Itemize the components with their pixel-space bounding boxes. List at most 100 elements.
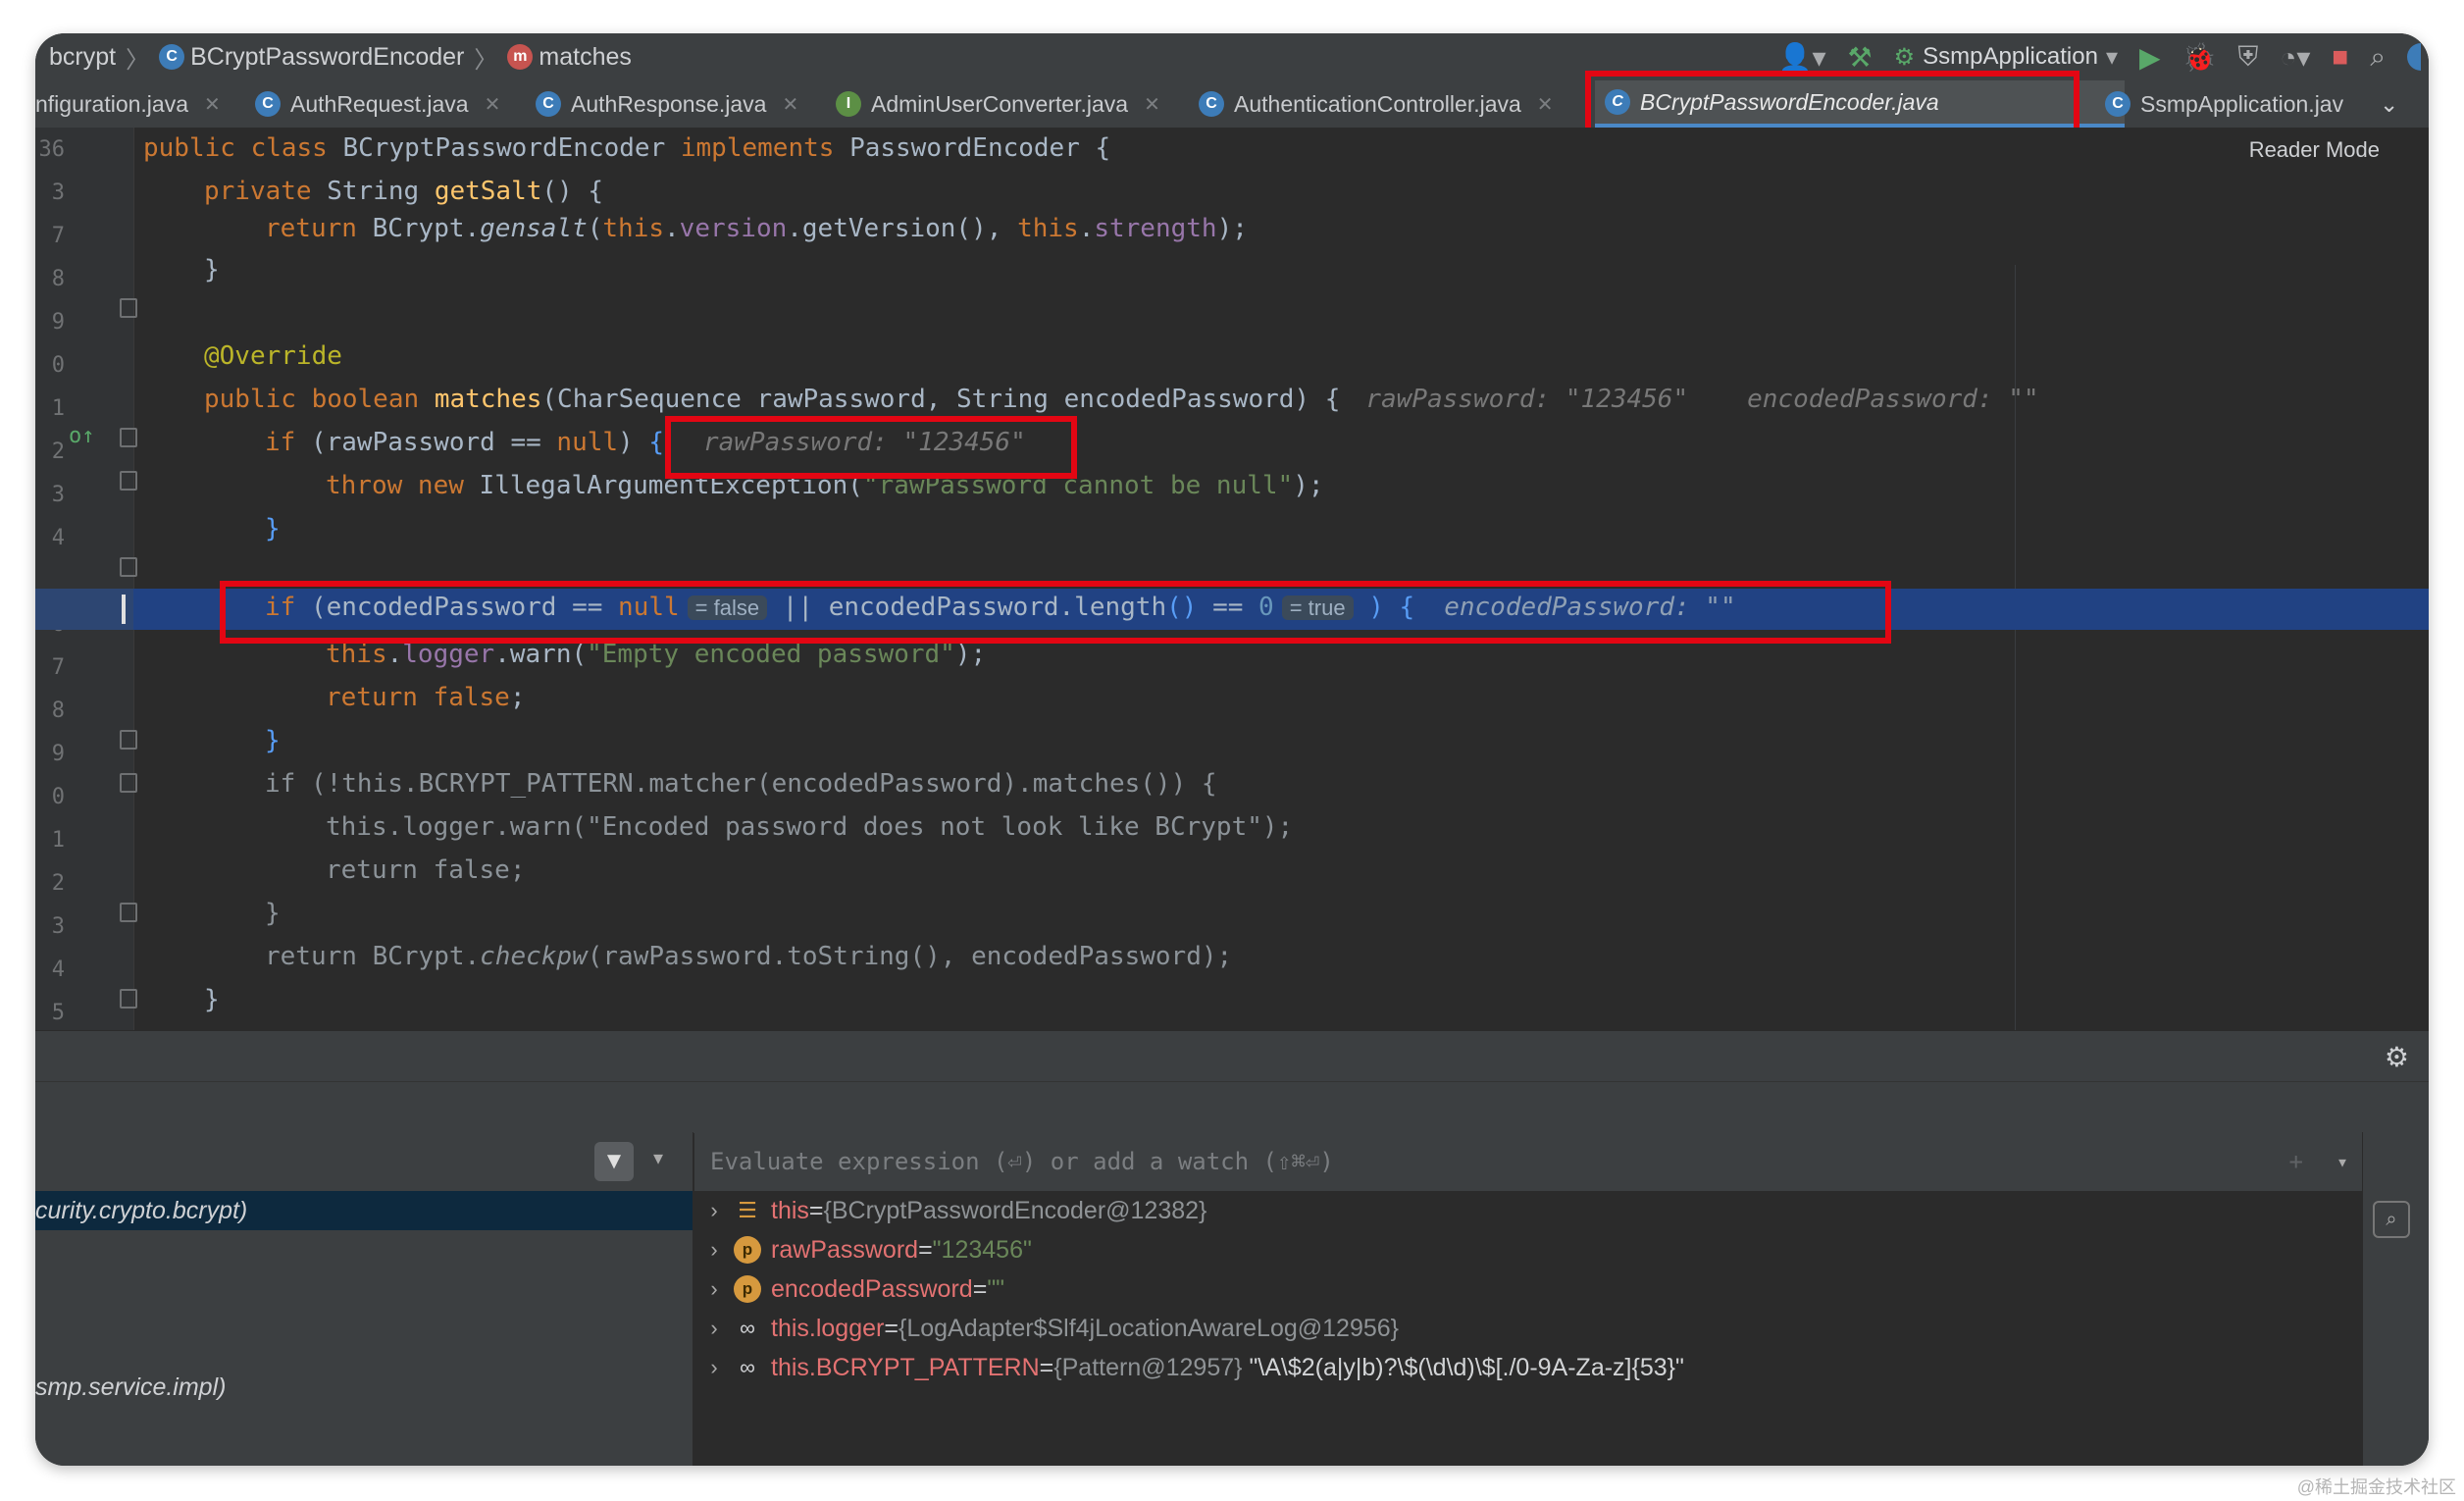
line-number: 4 — [51, 958, 65, 982]
variable-row[interactable]: › ☰ this = {BCryptPasswordEncoder@12382} — [694, 1191, 2362, 1230]
add-watch-icon[interactable]: + — [2289, 1148, 2303, 1175]
tab-authresponse[interactable]: C AuthResponse.java ✕ — [536, 80, 798, 128]
variable-name: this.BCRYPT_PATTERN — [771, 1353, 1040, 1381]
fold-marker-icon[interactable] — [120, 557, 137, 577]
line-number: 8 — [51, 699, 65, 723]
variable-row[interactable]: › p rawPassword = "123456" — [694, 1230, 2362, 1269]
reader-mode-button[interactable]: Reader Mode — [2249, 137, 2380, 163]
code-line: private String getSalt() { — [204, 177, 604, 206]
tab-configuration[interactable]: nfiguration.java ✕ — [35, 80, 221, 128]
class-icon: C — [255, 91, 281, 117]
line-number: 3 — [51, 914, 65, 939]
evaluate-expression-input[interactable]: Evaluate expression (⏎) or add a watch (… — [694, 1132, 2362, 1191]
filter-icon[interactable]: ▼ — [594, 1142, 634, 1181]
equals: = — [1039, 1353, 1054, 1381]
code-line: } — [265, 899, 281, 928]
variable-row[interactable]: › ∞ this.BCRYPT_PATTERN = {Pattern@12957… — [694, 1348, 2362, 1387]
variable-name: this.logger — [771, 1314, 885, 1342]
line-number: 3 — [51, 181, 65, 205]
chevron-down-icon[interactable]: ▾ — [653, 1146, 663, 1170]
expand-arrow-icon[interactable]: › — [694, 1355, 734, 1380]
tab-label: SsmpApplication.jav — [2140, 90, 2344, 117]
right-margin-guide — [2015, 265, 2016, 1030]
line-number: 4 — [51, 526, 65, 550]
code-line: return BCrypt.gensalt(this.version.getVe… — [265, 214, 1248, 243]
fold-marker-icon[interactable] — [120, 298, 137, 318]
variables-panel: Evaluate expression (⏎) or add a watch (… — [694, 1132, 2362, 1466]
tab-authrequest[interactable]: C AuthRequest.java ✕ — [255, 80, 500, 128]
breadcrumb: bcrypt 〉 C BCryptPasswordEncoder 〉 m mat… — [49, 33, 632, 80]
spring-boot-icon: ⚙ — [1893, 43, 1916, 71]
run-configuration-label: SsmpApplication — [1923, 43, 2098, 70]
tab-adminuserconverter[interactable]: I AdminUserConverter.java ✕ — [836, 80, 1160, 128]
expand-arrow-icon[interactable]: › — [694, 1316, 734, 1341]
user-icon[interactable]: 👤▾ — [1778, 41, 1826, 74]
class-icon: C — [536, 91, 561, 117]
annotation-box-rawpassword — [665, 416, 1077, 479]
fold-marker-icon[interactable] — [120, 989, 137, 1009]
chevron-right-icon: 〉 — [474, 46, 498, 74]
variable-type: {Pattern@12957} — [1053, 1353, 1243, 1381]
breadcrumb-class[interactable]: BCryptPasswordEncoder — [190, 43, 464, 72]
fold-marker-icon[interactable] — [120, 428, 137, 447]
stop-icon[interactable]: ■ — [2332, 41, 2348, 73]
frame-item[interactable]: smp.service.impl) — [35, 1368, 693, 1407]
code-line: @Override — [204, 341, 342, 371]
frame-item[interactable]: curity.crypto.bcrypt) — [35, 1191, 693, 1230]
variable-value: "\A\$2(a|y|b)?\$(\d\d)\$[./0-9A-Za-z]{53… — [1249, 1353, 1684, 1381]
expand-arrow-icon[interactable]: › — [694, 1198, 734, 1223]
line-number: 2 — [51, 871, 65, 896]
expand-arrow-icon[interactable]: › — [694, 1237, 734, 1263]
settings-gear-icon[interactable]: ⚙ — [2385, 1041, 2409, 1073]
tab-authenticationcontroller[interactable]: C AuthenticationController.java ✕ — [1199, 80, 1554, 128]
frames-toolbar: ▼ ▾ — [35, 1132, 693, 1191]
breadcrumb-package[interactable]: bcrypt — [49, 43, 116, 72]
override-marker-icon[interactable]: o↑ — [69, 424, 95, 448]
fold-marker-icon[interactable] — [120, 773, 137, 793]
variable-row[interactable]: › p encodedPassword = "" — [694, 1269, 2362, 1309]
equals: = — [808, 1196, 824, 1224]
code-line: return false; — [326, 855, 526, 885]
close-icon[interactable]: ✕ — [1537, 92, 1554, 117]
run-configuration-select[interactable]: ⚙ SsmpApplication ▾ — [1894, 43, 2118, 72]
parameter-icon: p — [734, 1275, 761, 1303]
variable-row[interactable]: › ∞ this.logger = {LogAdapter$Slf4jLocat… — [694, 1309, 2362, 1348]
frame-label: curity.crypto.bcrypt) — [35, 1196, 248, 1224]
assistant-icon[interactable] — [2407, 43, 2421, 71]
equals: = — [918, 1235, 933, 1264]
gutter: 36 3 7 8 9 0 1 2 3 4 6 7 8 9 0 1 2 3 4 5 — [35, 128, 137, 1030]
breadcrumb-method[interactable]: matches — [539, 43, 631, 72]
code-line: } — [265, 726, 281, 755]
search-icon[interactable]: ⌕ — [2370, 41, 2386, 74]
close-icon[interactable]: ✕ — [485, 92, 501, 117]
variable-type: {LogAdapter$Slf4jLocationAwareLog@12956} — [898, 1314, 1400, 1342]
profiler-icon[interactable]: ◔▾ — [2280, 41, 2310, 74]
chevron-down-icon[interactable]: ▾ — [2336, 1150, 2348, 1173]
close-icon[interactable]: ✕ — [782, 92, 798, 117]
variable-name: this — [771, 1196, 809, 1224]
code-line: return false; — [326, 683, 526, 712]
tab-label: AdminUserConverter.java — [871, 90, 1129, 117]
expand-arrow-icon[interactable]: › — [694, 1276, 734, 1302]
tab-ssmpapplication[interactable]: C SsmpApplication.jav — [2105, 80, 2343, 128]
close-icon[interactable]: ✕ — [1144, 92, 1160, 117]
watch-glasses-icon: ∞ — [740, 1355, 755, 1379]
run-icon[interactable]: ▶ — [2139, 41, 2161, 74]
debug-toolbar: ⚙ — [35, 1030, 2429, 1082]
debug-icon[interactable]: 🐞 — [2182, 41, 2217, 74]
class-icon: C — [159, 44, 185, 70]
fold-marker-icon[interactable] — [120, 730, 137, 750]
build-hammer-icon[interactable]: ⚒ — [1848, 41, 1873, 74]
close-icon[interactable]: ✕ — [204, 92, 221, 117]
tab-label: nfiguration.java — [35, 90, 188, 117]
tabs-overflow-chevron-icon[interactable]: ⌄ — [2380, 80, 2398, 128]
code-line: return BCrypt.checkpw(rawPassword.toStri… — [265, 942, 1233, 971]
code-line: this.logger.warn("Encoded password does … — [326, 812, 1294, 842]
coverage-icon[interactable]: ⛨ — [2237, 41, 2258, 74]
code-line: public class BCryptPasswordEncoder imple… — [143, 133, 1111, 163]
fold-marker-icon[interactable] — [120, 903, 137, 922]
fold-marker-icon[interactable] — [120, 471, 137, 491]
code-line: } — [204, 255, 220, 285]
code-editor[interactable]: 36 3 7 8 9 0 1 2 3 4 6 7 8 9 0 1 2 3 4 5 — [35, 128, 2429, 1030]
search-icon[interactable]: ⌕ — [2373, 1201, 2410, 1238]
